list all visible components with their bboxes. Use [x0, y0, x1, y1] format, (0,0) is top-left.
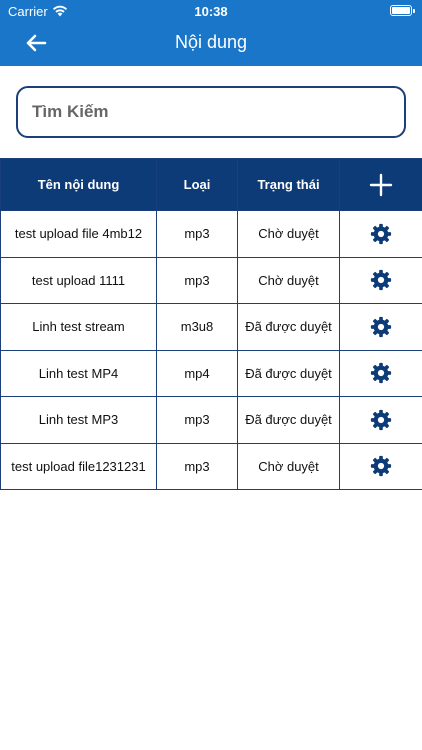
cell-type: m3u8 — [156, 303, 238, 351]
cell-type: mp4 — [156, 349, 238, 397]
table-row[interactable]: Linh test MP3 mp3 Đã được duyệt — [0, 396, 422, 444]
gear-icon — [370, 409, 392, 430]
add-button[interactable] — [339, 158, 422, 211]
battery-icon — [390, 5, 415, 16]
settings-button[interactable] — [339, 396, 422, 444]
settings-button[interactable] — [339, 256, 422, 304]
gear-icon — [370, 363, 392, 384]
cell-type: mp3 — [156, 256, 238, 304]
cell-status: Chờ duyệt — [237, 442, 340, 490]
app-header: Carrier 10:38 Nội dung — [0, 0, 422, 66]
cell-status: Đã được duyệt — [237, 303, 340, 351]
cell-name: test upload file1231231 — [0, 442, 157, 490]
search-box — [16, 86, 406, 138]
cell-status: Đã được duyệt — [237, 349, 340, 397]
table-row[interactable]: Linh test MP4 mp4 Đã được duyệt — [0, 349, 422, 397]
table-row[interactable]: test upload 1111 mp3 Chờ duyệt — [0, 256, 422, 304]
cell-status: Chờ duyệt — [237, 210, 340, 258]
cell-name: test upload file 4mb12 — [0, 210, 157, 258]
gear-icon — [370, 223, 392, 244]
content-table: Tên nội dung Loại Trạng thái test upload… — [0, 158, 422, 490]
cell-name: Linh test stream — [0, 303, 157, 351]
table-row[interactable]: test upload file 4mb12 mp3 Chờ duyệt — [0, 210, 422, 258]
settings-button[interactable] — [339, 210, 422, 258]
column-header-type: Loại — [156, 158, 238, 211]
column-header-name: Tên nội dung — [0, 158, 157, 211]
status-bar: Carrier 10:38 — [0, 0, 422, 22]
settings-button[interactable] — [339, 442, 422, 490]
table-row[interactable]: test upload file1231231 mp3 Chờ duyệt — [0, 442, 422, 490]
gear-icon — [370, 456, 392, 477]
plus-icon — [369, 173, 393, 196]
table-row[interactable]: Linh test stream m3u8 Đã được duyệt — [0, 303, 422, 351]
cell-name: Linh test MP3 — [0, 396, 157, 444]
cell-name: Linh test MP4 — [0, 349, 157, 397]
settings-button[interactable] — [339, 349, 422, 397]
search-input[interactable] — [18, 88, 404, 136]
column-header-status: Trạng thái — [237, 158, 340, 211]
page-title: Nội dung — [174, 32, 248, 52]
gear-icon — [370, 316, 392, 337]
gear-icon — [370, 270, 392, 291]
cell-type: mp3 — [156, 442, 238, 490]
cell-type: mp3 — [156, 210, 238, 258]
clock: 10:38 — [194, 4, 228, 19]
cell-type: mp3 — [156, 396, 238, 444]
cell-name: test upload 1111 — [0, 256, 157, 304]
cell-status: Đã được duyệt — [237, 396, 340, 444]
cell-status: Chờ duyệt — [237, 256, 340, 304]
settings-button[interactable] — [339, 303, 422, 351]
table-header-row: Tên nội dung Loại Trạng thái — [0, 158, 422, 211]
